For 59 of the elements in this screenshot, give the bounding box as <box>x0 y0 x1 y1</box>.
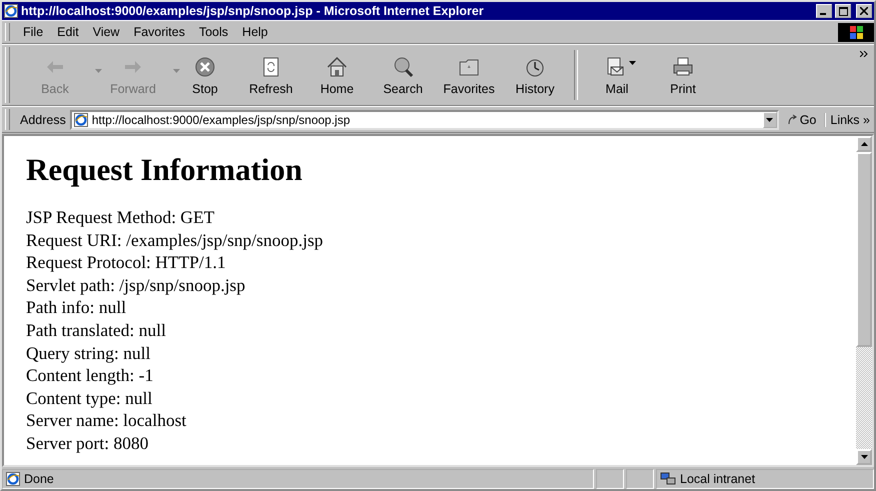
house-icon <box>325 54 349 78</box>
status-pane <box>596 469 624 489</box>
scroll-up-button[interactable] <box>856 136 872 152</box>
window-title: http://localhost:9000/examples/jsp/snp/snoop.jsp - Microsoft Internet Explorer <box>21 4 485 18</box>
curved-arrow-icon <box>786 114 798 125</box>
menu-item[interactable]: Edit <box>50 23 86 41</box>
browser-icon <box>4 4 18 18</box>
chevron-icon[interactable] <box>860 51 868 57</box>
status-text: Done <box>24 472 54 486</box>
toolbar-button[interactable]: Search <box>370 54 436 96</box>
menu-item[interactable]: Tools <box>192 23 236 41</box>
menu-item[interactable]: Favorites <box>126 23 192 41</box>
stop-icon <box>193 54 217 78</box>
printer-icon <box>671 54 695 78</box>
network-icon <box>660 472 676 486</box>
zone-text: Local intranet <box>680 472 756 486</box>
maximize-icon <box>838 6 848 16</box>
status-pane <box>626 469 654 489</box>
toolbar-button[interactable]: History <box>502 54 568 96</box>
caret-icon[interactable] <box>629 60 636 64</box>
browser-icon <box>74 112 88 126</box>
browser-icon <box>6 472 20 486</box>
info-line: Content type: null <box>26 386 154 410</box>
links-button[interactable]: Links » <box>824 112 874 126</box>
toolbar-button[interactable]: Home <box>304 54 370 96</box>
close-button[interactable] <box>856 4 872 18</box>
page-heading: Request Information <box>26 152 304 188</box>
menu-item[interactable]: View <box>86 23 127 41</box>
toolbar-button[interactable]: Mail <box>584 54 650 96</box>
up-triangle-icon <box>860 142 868 146</box>
toolbar-button[interactable]: Print <box>650 54 716 96</box>
scroll-down-button[interactable] <box>856 449 872 465</box>
info-line: Path info: null <box>26 296 128 319</box>
scroll-thumb[interactable] <box>856 152 872 347</box>
scrollbar[interactable] <box>856 136 872 465</box>
toolbar-button[interactable]: Favorites <box>436 54 502 96</box>
info-line: Request Protocol: HTTP/1.1 <box>26 251 227 274</box>
caret-icon <box>766 118 774 122</box>
menu-item[interactable]: File <box>16 23 50 41</box>
toolbar-button[interactable]: Refresh <box>238 54 304 96</box>
info-line: JSP Request Method: GET <box>26 206 216 229</box>
info-line: Path translated: null <box>26 318 167 342</box>
minimize-button[interactable] <box>816 4 832 18</box>
address-label: Address <box>19 112 67 126</box>
close-icon <box>860 7 868 15</box>
info-line: Servlet path: /jsp/snp/snoop.jsp <box>26 274 246 296</box>
info-line: Server name: localhost <box>26 409 188 432</box>
windows-logo <box>838 22 874 42</box>
maximize-button[interactable] <box>835 4 851 18</box>
down-triangle-icon <box>860 455 868 459</box>
go-button[interactable]: Go <box>778 112 824 126</box>
menu-item[interactable]: Help <box>235 23 275 41</box>
dropdown-button[interactable] <box>762 112 777 128</box>
address-field[interactable]: http://localhost:9000/examples/jsp/snp/snoop.jsp <box>70 110 779 130</box>
info-line: Content length: -1 <box>26 364 154 387</box>
toolbar-button[interactable]: Stop <box>172 54 238 96</box>
info-line: Query string: null <box>26 342 152 364</box>
info-line: Request URI: /examples/jsp/snp/snoop.jsp <box>26 228 324 252</box>
info-line: Server port: 8080 <box>26 432 150 455</box>
